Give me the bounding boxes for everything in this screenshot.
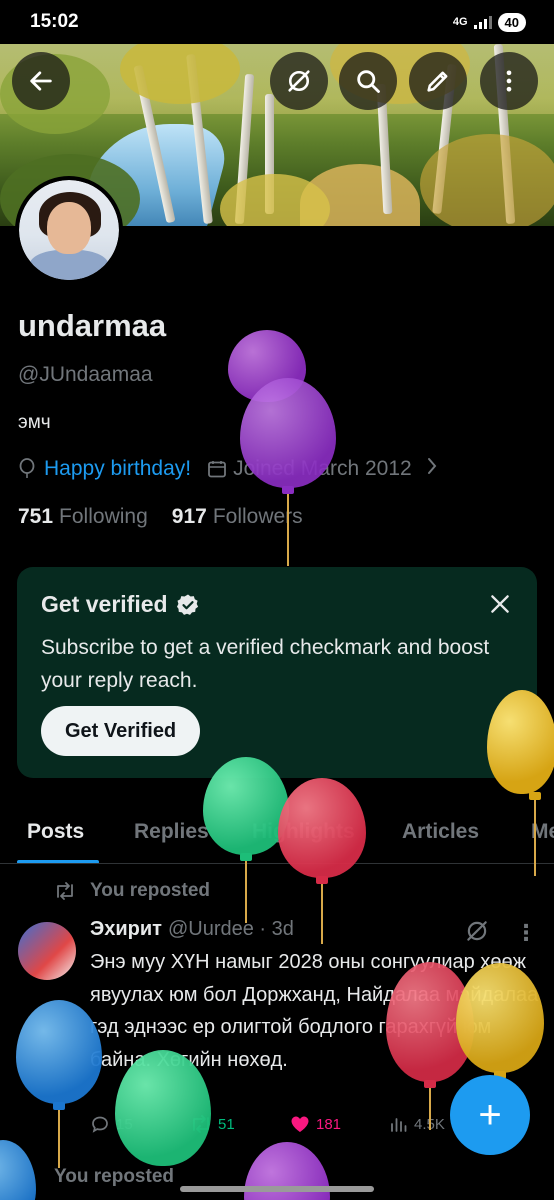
tab-media[interactable]: Media xyxy=(531,820,554,844)
status-icons: 4G 40 xyxy=(452,12,526,32)
arrow-left-icon xyxy=(30,71,52,91)
follow-stats: 751 Following 917 Followers xyxy=(18,505,303,529)
verify-card-description: Subscribe to get a verified checkmark an… xyxy=(41,636,490,692)
more-button[interactable] xyxy=(480,52,538,110)
battery-indicator: 40 xyxy=(497,12,526,32)
tab-active-indicator xyxy=(17,860,99,863)
balloon-decoration xyxy=(228,330,306,580)
reply-count: 15 xyxy=(116,1115,133,1133)
network-indicator: 4G xyxy=(452,16,468,28)
status-time: 15:02 xyxy=(30,11,79,32)
post-more-icon[interactable]: ⋮ xyxy=(515,920,537,946)
avatar-shirt xyxy=(29,250,109,280)
balloon-decoration xyxy=(0,1140,36,1200)
post-header: Эхирит @Uurdee · 3d xyxy=(90,918,294,941)
banner-foliage xyxy=(420,134,554,226)
views-icon xyxy=(391,1118,407,1132)
calendar-icon xyxy=(208,461,226,478)
more-vertical-icon xyxy=(506,70,512,92)
following-label: Following xyxy=(59,505,148,528)
followers-count: 917 xyxy=(171,505,207,528)
reply-button[interactable]: 15 xyxy=(90,1115,190,1133)
tab-articles[interactable]: Articles xyxy=(402,820,479,844)
next-repost-indicator: You reposted xyxy=(54,1166,174,1187)
search-button[interactable] xyxy=(339,52,397,110)
signal-icon xyxy=(473,15,492,29)
verify-card-title: Get verified xyxy=(41,591,200,618)
compose-button[interactable]: + xyxy=(450,1075,530,1155)
followers-stat[interactable]: 917 Followers xyxy=(172,505,303,529)
avatar-face xyxy=(47,202,91,254)
tab-replies[interactable]: Replies xyxy=(134,820,209,844)
reply-icon xyxy=(92,1116,108,1133)
chevron-right-icon[interactable] xyxy=(426,456,438,482)
grok-icon[interactable] xyxy=(464,918,490,944)
heart-icon xyxy=(291,1116,309,1132)
home-indicator[interactable] xyxy=(180,1186,374,1192)
back-button[interactable] xyxy=(12,52,70,110)
tab-posts[interactable]: Posts xyxy=(27,820,84,844)
like-count: 181 xyxy=(316,1115,342,1133)
pencil-icon xyxy=(427,71,448,92)
tab-highlights[interactable]: Highlights xyxy=(252,820,355,844)
grok-icon xyxy=(288,70,310,92)
birthday-link[interactable]: Happy birthday! xyxy=(44,457,191,481)
joined-date: Joined March 2012 xyxy=(233,457,412,480)
repost-icon xyxy=(193,1115,209,1133)
plus-icon: + xyxy=(478,1093,502,1137)
avatar-photo xyxy=(19,180,119,280)
status-bar: 15:02 4G 40 xyxy=(0,0,554,44)
edit-button[interactable] xyxy=(409,52,467,110)
post-author-avatar[interactable] xyxy=(18,922,76,980)
balloon-icon xyxy=(19,458,35,478)
profile-meta: Happy birthday! Joined March 2012 xyxy=(18,456,438,482)
get-verified-button[interactable]: Get Verified xyxy=(41,706,201,756)
profile-bio: эмч xyxy=(18,412,51,433)
following-count: 751 xyxy=(18,505,54,528)
views-count: 4.5K xyxy=(414,1115,445,1133)
profile-tabs: Posts Replies Highlights Articles Media xyxy=(0,806,554,864)
like-button[interactable]: 181 xyxy=(290,1115,390,1133)
following-stat[interactable]: 751 Following xyxy=(18,505,148,529)
post-author-handle: @Uurdee · 3d xyxy=(167,918,294,940)
grok-button[interactable] xyxy=(270,52,328,110)
profile-avatar[interactable] xyxy=(15,176,123,284)
get-verified-card: Get verified Subscribe to get a verified… xyxy=(17,567,537,778)
post-author-name[interactable]: Эхирит xyxy=(90,918,162,941)
profile-name: undarmaa xyxy=(18,308,167,343)
verified-badge-icon xyxy=(176,594,198,615)
verify-card-title-text: Get verified xyxy=(41,591,168,617)
close-icon[interactable] xyxy=(487,591,513,617)
repost-icon xyxy=(57,882,73,900)
post-text: Энэ муу ХҮН намыг 2028 оны сонгуулиар хө… xyxy=(90,951,539,1071)
repost-count: 51 xyxy=(218,1115,235,1133)
repost-indicator: You reposted xyxy=(54,880,210,902)
profile-handle: @JUndaamaa xyxy=(18,363,153,386)
search-icon xyxy=(357,70,380,93)
followers-label: Followers xyxy=(212,505,303,528)
repost-button[interactable]: 51 xyxy=(190,1115,290,1133)
repost-label: You reposted xyxy=(90,880,210,901)
